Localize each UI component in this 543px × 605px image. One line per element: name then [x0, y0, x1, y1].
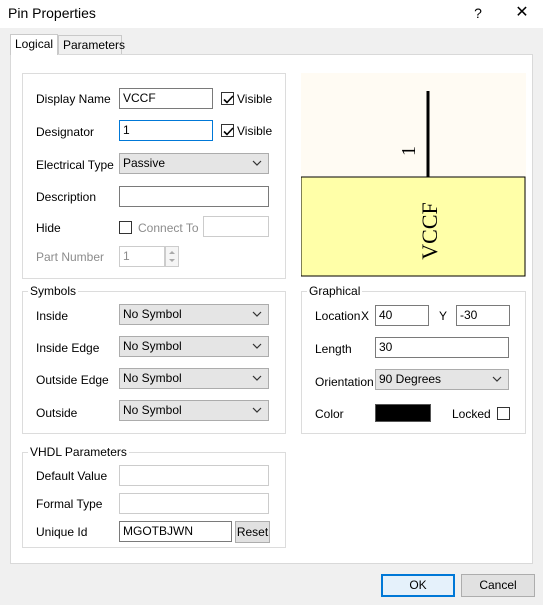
symbol-inside-label: Inside	[36, 309, 69, 323]
chevron-down-icon	[252, 407, 262, 413]
display-name-input[interactable]: VCCF	[119, 88, 213, 109]
part-number-input[interactable]: 1	[119, 246, 165, 267]
connect-to-label: Connect To	[138, 221, 199, 235]
designator-input[interactable]: 1	[119, 120, 213, 141]
symbol-outside-edge-select[interactable]: No Symbol	[119, 368, 269, 389]
orientation-label: Orientation	[315, 375, 374, 389]
symbol-outside-select[interactable]: No Symbol	[119, 400, 269, 421]
hide-checkbox[interactable]	[119, 221, 132, 234]
pin-name-text: VCCF	[417, 202, 442, 259]
color-swatch[interactable]	[375, 404, 431, 422]
symbols-group-title: Symbols	[28, 284, 79, 298]
close-button[interactable]: ✕	[508, 2, 536, 24]
display-name-label: Display Name	[36, 92, 111, 106]
part-number-spinner[interactable]	[165, 246, 179, 267]
electrical-type-label: Electrical Type	[36, 158, 114, 172]
symbol-outside-label: Outside	[36, 406, 78, 420]
chevron-down-icon	[252, 160, 262, 166]
location-y-label: Y	[439, 309, 448, 323]
location-x-label: X	[361, 309, 370, 323]
reset-button[interactable]: Reset	[235, 521, 270, 543]
cancel-button[interactable]: Cancel	[461, 574, 535, 597]
display-name-visible-label: Visible	[237, 92, 273, 106]
symbol-inside-edge-label: Inside Edge	[36, 341, 100, 355]
chevron-down-icon	[252, 343, 262, 349]
connect-to-input[interactable]	[203, 216, 269, 237]
chevron-down-icon	[252, 375, 262, 381]
check-mark-icon	[223, 95, 234, 104]
designator-visible-label: Visible	[237, 124, 273, 138]
part-number-label: Part Number	[36, 250, 105, 264]
tab-parameters-label: Parameters	[63, 38, 126, 52]
symbol-inside-value: No Symbol	[123, 307, 182, 321]
electrical-type-select[interactable]: Passive	[119, 153, 269, 174]
default-value-input[interactable]	[119, 465, 269, 486]
formal-type-label: Formal Type	[36, 497, 103, 511]
default-value-label: Default Value	[36, 469, 108, 483]
pin-designator-text: 1	[398, 146, 420, 156]
tab-parameters[interactable]: Parameters	[58, 35, 126, 54]
description-label: Description	[36, 190, 97, 204]
locked-label: Locked	[452, 407, 491, 421]
location-label: Location	[315, 309, 361, 323]
vhdl-parameters-group-title: VHDL Parameters	[28, 445, 129, 459]
ok-button[interactable]: OK	[381, 574, 455, 597]
description-input[interactable]	[119, 186, 269, 207]
orientation-select[interactable]: 90 Degrees	[375, 369, 509, 390]
pin-preview-canvas: 1 VCCF	[300, 91, 526, 277]
display-name-visible-checkbox[interactable]	[221, 92, 234, 105]
symbol-outside-edge-value: No Symbol	[123, 371, 182, 385]
hide-label: Hide	[36, 221, 61, 235]
location-y-input[interactable]: -30	[456, 305, 510, 326]
location-x-input[interactable]: 40	[375, 305, 429, 326]
designator-label: Designator	[36, 125, 95, 139]
color-label: Color	[315, 407, 344, 421]
length-input[interactable]: 30	[375, 337, 509, 358]
formal-type-input[interactable]	[119, 493, 269, 514]
tab-logical-label: Logical	[15, 37, 54, 51]
spinner-arrows-icon	[169, 251, 175, 262]
electrical-type-value: Passive	[123, 156, 166, 170]
help-button[interactable]: ?	[466, 2, 490, 24]
symbol-outside-edge-label: Outside Edge	[36, 373, 109, 387]
designator-visible-checkbox[interactable]	[221, 124, 234, 137]
pin-body-rect	[300, 176, 526, 277]
check-mark-icon	[223, 127, 234, 136]
locked-checkbox[interactable]	[497, 407, 510, 420]
tab-logical[interactable]: Logical	[10, 34, 58, 55]
symbol-outside-value: No Symbol	[123, 403, 182, 417]
symbol-inside-edge-value: No Symbol	[123, 339, 182, 353]
chevron-down-icon	[252, 311, 262, 317]
unique-id-input[interactable]: MGOTBJWN	[119, 521, 232, 542]
symbol-inside-edge-select[interactable]: No Symbol	[119, 336, 269, 357]
graphical-group-title: Graphical	[307, 284, 363, 298]
chevron-down-icon	[492, 376, 502, 382]
symbol-inside-select[interactable]: No Symbol	[119, 304, 269, 325]
title-bar: Pin Properties ? ✕	[0, 0, 543, 28]
orientation-value: 90 Degrees	[379, 372, 442, 386]
pin-preview: 1 VCCF	[300, 73, 526, 277]
unique-id-label: Unique Id	[36, 525, 88, 539]
length-label: Length	[315, 342, 352, 356]
window-title: Pin Properties	[8, 5, 96, 21]
